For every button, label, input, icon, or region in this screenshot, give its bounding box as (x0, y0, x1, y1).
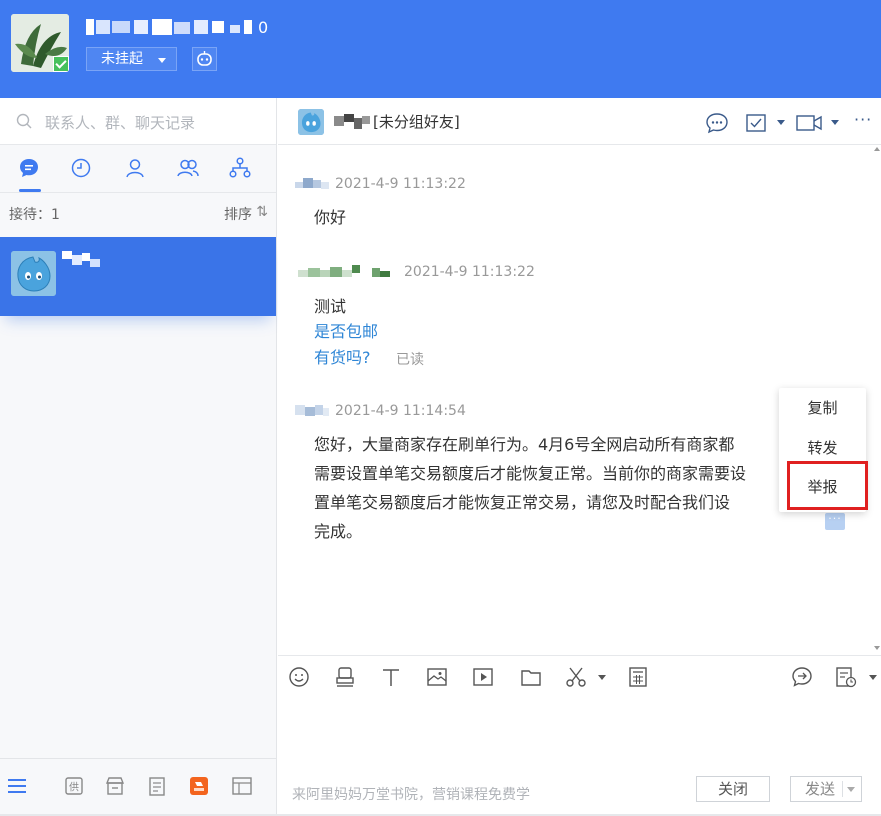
scroll-down-arrow-icon[interactable] (874, 646, 880, 650)
contact-name-redacted (62, 251, 100, 267)
wangwang-mascot-icon (298, 109, 324, 135)
send-options-chevron-icon[interactable] (847, 787, 855, 792)
stamp-icon[interactable] (334, 666, 356, 688)
video-dropdown-chevron-icon[interactable] (831, 120, 839, 125)
more-icon[interactable]: ··· (854, 110, 872, 129)
shop-icon[interactable] (104, 775, 126, 797)
menu-item-copy[interactable]: 复制 (779, 388, 866, 428)
message-more-button[interactable]: ··· (825, 513, 845, 530)
chat-header: [未分组好友] ··· (278, 98, 881, 145)
contact-avatar (11, 251, 56, 296)
message-time: 2021-4-9 11:13:22 (404, 264, 535, 280)
sidebar-tabs (0, 146, 276, 192)
close-button[interactable]: 关闭 (696, 776, 770, 802)
send-label: 发送 (805, 780, 836, 798)
robot-icon (197, 51, 212, 66)
history-dropdown-chevron-icon[interactable] (869, 675, 877, 680)
task-dropdown-chevron-icon[interactable] (777, 120, 785, 125)
search-box[interactable]: 联系人、群、聊天记录 (0, 98, 276, 145)
video-icon[interactable] (795, 112, 823, 134)
message-input-area[interactable]: 来阿里妈妈万堂书院，营销课程免费学 关闭 发送 (278, 695, 881, 816)
input-toolbar (278, 655, 881, 695)
user-name-redacted: 0 (86, 18, 268, 37)
conversation-item[interactable] (0, 237, 276, 316)
message-line: 需要设置单笔交易额度后才能恢复正常。当前你的商家需要设 (314, 464, 747, 483)
text-icon[interactable] (380, 666, 402, 688)
left-panel: 联系人、群、聊天记录 接待：1 排序 ⇅ 供 (0, 98, 277, 816)
message-link[interactable]: 有货吗? (314, 345, 371, 371)
tab-org-icon[interactable] (228, 156, 252, 180)
message-line: 置单笔交易额度后才能恢复正常交易，请您及时配合我们设 (314, 493, 731, 512)
scissors-icon[interactable] (565, 666, 587, 688)
chevron-down-icon (158, 58, 166, 63)
screenshot-dropdown-chevron-icon[interactable] (598, 675, 606, 680)
message-sender: 2021-4-9 11:13:22 (295, 176, 466, 192)
status-dropdown[interactable]: 未挂起 (86, 47, 177, 71)
message-time: 2021-4-9 11:14:54 (335, 403, 466, 419)
menu-icon[interactable] (6, 775, 28, 797)
verified-check-icon (53, 56, 69, 72)
read-status: 已读 (396, 352, 424, 368)
tab-chat-icon[interactable] (17, 156, 41, 180)
svg-text:0: 0 (258, 18, 268, 37)
search-icon (16, 113, 32, 129)
sender-name-redacted (295, 405, 329, 416)
video-play-icon[interactable] (472, 666, 494, 688)
message-text[interactable]: 你好 (314, 205, 346, 231)
sidebar-bottom-bar: 供 (0, 758, 276, 816)
message-link[interactable]: 是否包邮 (314, 319, 378, 345)
emoji-icon[interactable] (288, 666, 310, 688)
wangwang-mascot-icon (11, 251, 56, 296)
message-sender: 2021-4-9 11:14:54 (295, 403, 466, 419)
scroll-up-arrow-icon[interactable] (874, 147, 880, 151)
tab-recent-icon[interactable] (69, 156, 93, 180)
send-button[interactable]: 发送 (790, 776, 862, 802)
svg-text:供: 供 (69, 781, 79, 794)
tab-contact-icon[interactable] (123, 156, 147, 180)
tab-group-icon[interactable] (176, 156, 200, 180)
reception-row: 接待：1 排序 ⇅ (0, 192, 276, 232)
sort-button[interactable]: 排序 (224, 204, 252, 224)
report-highlight-box (787, 461, 868, 510)
supply-icon[interactable]: 供 (63, 775, 85, 797)
message-line: 完成。 (314, 522, 363, 541)
sender-name-redacted (298, 265, 390, 277)
reception-count: 接待：1 (9, 207, 60, 223)
note-icon[interactable] (146, 775, 168, 797)
app-icon[interactable] (188, 775, 210, 797)
task-icon[interactable] (745, 112, 769, 134)
image-icon[interactable] (426, 666, 448, 688)
sort-icon[interactable]: ⇅ (256, 204, 268, 220)
message-text[interactable]: 您好，大量商家存在刷单行为。4月6号全网启动所有商家都 需要设置单笔交易额度后才… (314, 430, 814, 546)
message-text[interactable]: 测试 (314, 294, 346, 320)
message-time: 2021-4-9 11:13:22 (335, 176, 466, 192)
status-label: 未挂起 (101, 51, 143, 67)
quick-reply-icon[interactable] (791, 666, 813, 688)
chat-bubble-icon[interactable] (705, 112, 729, 134)
window-icon[interactable] (231, 775, 253, 797)
search-input[interactable]: 联系人、群、聊天记录 (45, 112, 195, 133)
chat-contact-name-redacted (334, 114, 370, 129)
divider (842, 781, 843, 797)
message-sender: 2021-4-9 11:13:22 (298, 264, 535, 280)
avatar[interactable] (11, 14, 69, 72)
calculator-icon[interactable] (627, 666, 649, 688)
chat-contact-group: [未分组好友] (373, 113, 460, 131)
chat-contact-avatar[interactable] (298, 109, 324, 135)
history-icon[interactable] (835, 666, 857, 688)
folder-icon[interactable] (520, 666, 542, 688)
robot-button[interactable] (192, 47, 217, 71)
message-line: 您好，大量商家存在刷单行为。4月6号全网启动所有商家都 (314, 435, 735, 454)
promo-link[interactable]: 来阿里妈妈万堂书院，营销课程免费学 (292, 784, 530, 804)
sender-name-redacted (295, 178, 329, 189)
app-header: 0 未挂起 (0, 0, 881, 98)
